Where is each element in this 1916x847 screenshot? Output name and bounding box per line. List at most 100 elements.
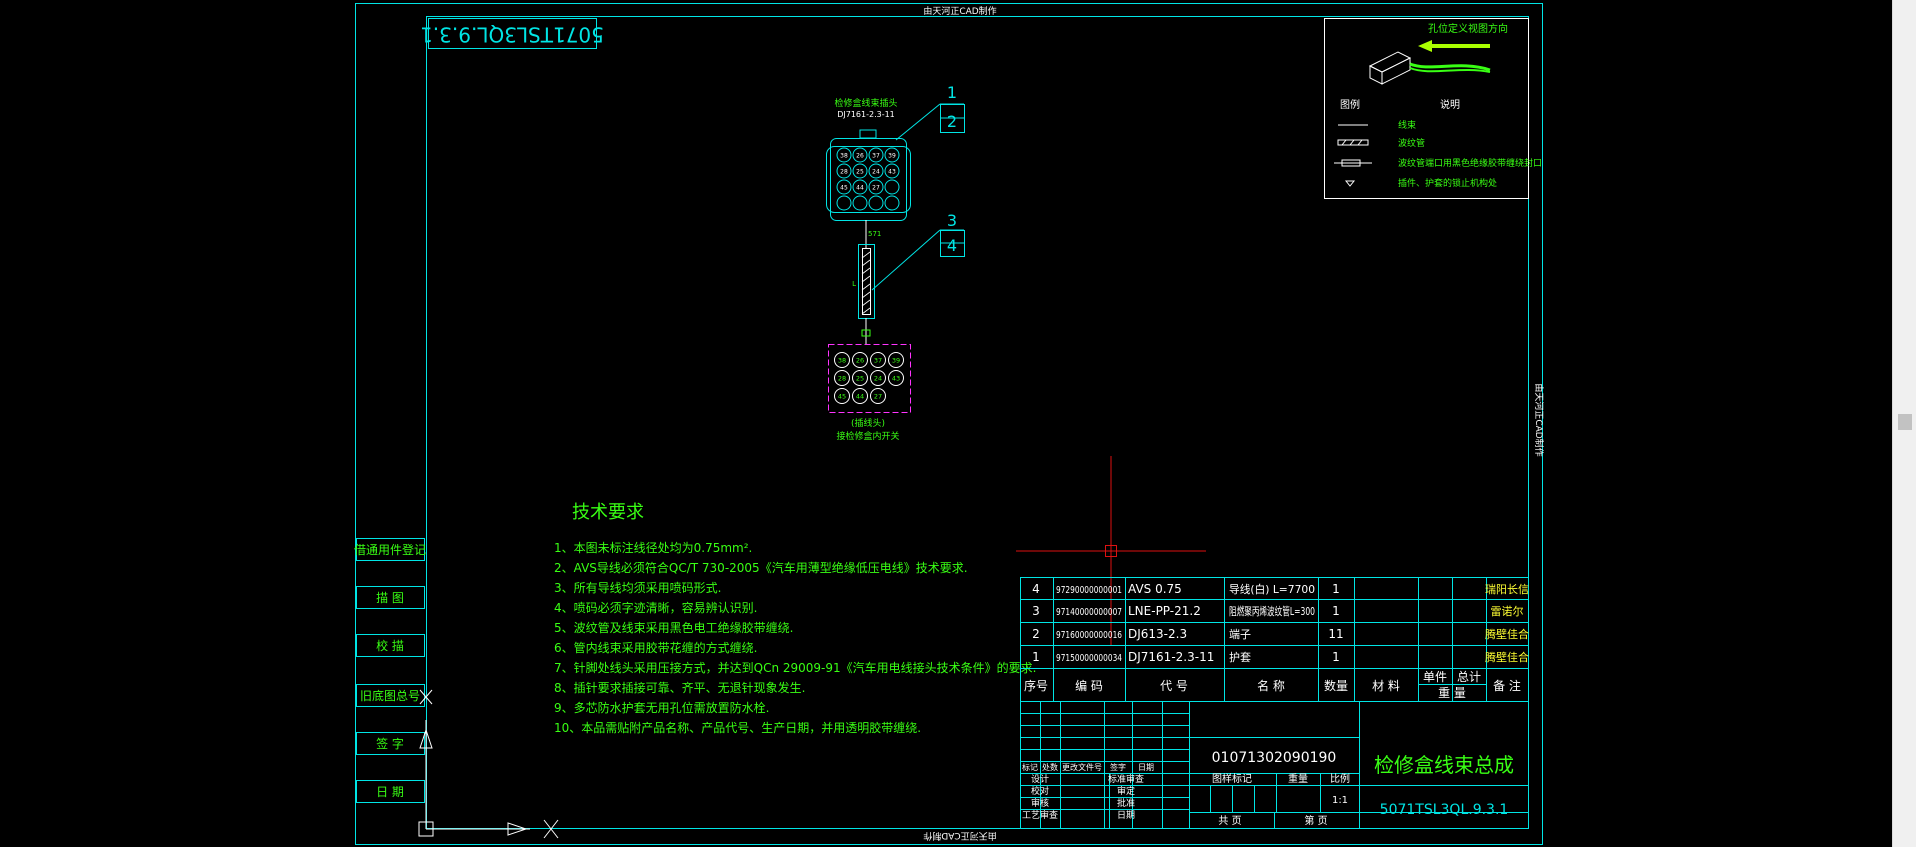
tech-line: 4、喷码必须字迹清晰，容易辨认识别. <box>554 600 757 615</box>
bom-qty: 1 <box>1332 604 1340 618</box>
bom-header: 名 称 <box>1257 678 1285 693</box>
bom-note: 瑞阳长信 <box>1485 582 1529 596</box>
pin-label: 37 <box>872 153 880 160</box>
wire-label-571: 571 <box>868 230 881 238</box>
pin-label: 24 <box>872 169 880 176</box>
sign-label: 设计 <box>1031 773 1049 785</box>
bom-part: LNE-PP-21.2 <box>1128 604 1201 618</box>
connector-top-pins: 38 26 37 39 28 25 24 43 45 44 27 <box>836 147 900 211</box>
pin-label: 38 <box>840 153 848 160</box>
sign-label: 工艺审查 <box>1022 809 1058 821</box>
tech-line: 1、本图未标注线径处均为0.75mm². <box>554 540 752 555</box>
tech-line: 2、AVS导线必须符合QC/T 730-2005《汽车用薄型绝缘低压电线》技术要… <box>554 560 968 575</box>
sign-label: 日期 <box>1117 810 1135 821</box>
bom-code: 97290000000001 <box>1056 585 1122 596</box>
sign-label: 校对 <box>1031 785 1049 797</box>
tech-line: 6、管内线束采用胶带花缠的方式缠绕. <box>554 640 757 655</box>
tech-requirements-list: 1、本图未标注线径处均为0.75mm². 2、AVS导线必须符合QC/T 730-… <box>554 540 1036 735</box>
callout-2: 2 <box>947 112 957 131</box>
bom-part: DJ613-2.3 <box>1128 627 1187 641</box>
scrollbar-thumb[interactable] <box>1898 414 1912 430</box>
bom-no: 1 <box>1032 650 1040 664</box>
bom-header: 重 量 <box>1438 686 1466 700</box>
pin-label: 45 <box>840 185 848 192</box>
stage-label: 图样标记 <box>1212 772 1252 785</box>
left-col-item: 日 期 <box>376 785 404 799</box>
bom-code: 97160000000016 <box>1056 630 1122 641</box>
legend-symbol-tape-icon <box>1334 159 1372 167</box>
bom-header: 代 号 <box>1160 679 1188 693</box>
connector-bottom-caption-2: 接检修盒内开关 <box>836 430 899 442</box>
bom-part: DJ7161-2.3-11 <box>1128 650 1214 664</box>
bom-name: 护套 <box>1229 650 1251 664</box>
connector-top[interactable]: 检修盒线束插头 DJ7161-2.3-11 38 26 37 39 28 25 24 43 45… <box>826 97 911 344</box>
pin-label: 39 <box>888 153 896 160</box>
cad-drawing-canvas[interactable]: 由天河正CAD制作 由天河正CAD制作 由天河正CAD制作 5071TSL3QL… <box>0 0 1892 847</box>
ucs-icon <box>418 689 559 839</box>
change-label: 更改文件号 <box>1062 762 1102 772</box>
bom-no: 3 <box>1032 604 1040 618</box>
connector-top-part: DJ7161-2.3-11 <box>837 110 895 119</box>
bom-code: 97150000000034 <box>1056 653 1122 664</box>
pin-label: 45 <box>838 393 846 401</box>
pin-cavity <box>884 195 900 211</box>
legend-item: 波纹管 <box>1398 137 1425 149</box>
callout-1: 1 <box>947 83 957 102</box>
change-label: 签字 <box>1110 762 1126 772</box>
scale-label: 比例 <box>1330 772 1350 785</box>
change-label: 日期 <box>1138 763 1154 772</box>
title-block: 标记 处数 更改文件号 签字 日期设计校对审核工艺审查标准审查审定批准日期0107130… <box>1020 701 1528 829</box>
connector-top-title: 检修盒线束插头 <box>834 97 897 109</box>
bom-name: 端子 <box>1229 628 1251 641</box>
pin-label: 38 <box>838 357 846 365</box>
tech-line: 7、针脚处线头采用压接方式，并达到QCn 29009-91《汽车用电线接头技术条… <box>554 660 1036 675</box>
left-col-item: 签 字 <box>376 736 404 751</box>
tech-line: 10、本品需贴附产品名称、产品代号、生产日期，并用透明胶带缠绕. <box>554 720 921 735</box>
connector-bottom-pins: 38 26 37 39 28 25 24 43 45 44 27 <box>834 352 904 404</box>
pin-cavity <box>868 195 884 211</box>
bom-qty: 1 <box>1332 650 1340 664</box>
pin-cavity <box>884 179 900 195</box>
vertical-scrollbar[interactable] <box>1892 0 1916 847</box>
pin-label: 37 <box>874 357 882 365</box>
bom-note: 腾壁佳合 <box>1485 627 1529 641</box>
scale-value: 1:1 <box>1332 795 1348 806</box>
tech-line: 3、所有导线均须采用喷码形式. <box>554 581 721 595</box>
pin-cavity <box>836 195 852 211</box>
bom-header: 序号 <box>1024 678 1048 693</box>
pin-cavity <box>852 195 868 211</box>
stamp-text: 5071TSL3QL.9.3.1 <box>420 23 604 47</box>
bom-qty: 1 <box>1332 582 1340 596</box>
bom-qty: 11 <box>1328 627 1343 641</box>
bom-name: 阻燃聚丙烯波纹管L=300 <box>1229 604 1315 618</box>
callout-4: 4 <box>947 236 957 255</box>
bom-table: 4 97290000000001 AVS 0.75 导线(白) L=7700 1 瑞阳长信… <box>1020 577 1529 702</box>
pin-label: 44 <box>856 185 864 192</box>
sign-label: 审定 <box>1117 785 1135 797</box>
bom-header: 单件 <box>1423 670 1447 684</box>
bom-no: 2 <box>1032 627 1040 641</box>
pin-label: 26 <box>856 153 864 160</box>
bom-header: 材 料 <box>1372 679 1400 693</box>
bom-part: AVS 0.75 <box>1128 582 1182 596</box>
legend-col-desc: 说明 <box>1440 98 1460 111</box>
pin-label: 28 <box>838 375 846 383</box>
bom-header: 备 注 <box>1493 678 1521 693</box>
connector-bottom[interactable]: 38 26 37 39 28 25 24 43 45 44 27 (插线头) 接检修盒内开关 <box>828 344 911 443</box>
change-label: 处数 <box>1042 762 1058 772</box>
pin-label: 39 <box>892 357 900 365</box>
bom-name: 导线(白) L=7700 <box>1229 582 1315 596</box>
pin-label: 27 <box>872 185 880 192</box>
sign-label: 批准 <box>1117 797 1135 809</box>
left-col-item: 旧底图总号 <box>360 688 420 703</box>
legend-header: 孔位定义视图方向 <box>1428 22 1508 35</box>
view-direction-arrow-icon <box>1418 40 1490 52</box>
left-col-item: 校 描 <box>376 638 404 653</box>
legend-symbol-conduit-icon <box>1337 139 1369 146</box>
bom-header: 总计 <box>1457 670 1481 684</box>
legend-col-symbol: 图例 <box>1340 98 1360 111</box>
tech-line: 9、多芯防水护套无用孔位需放置防水栓. <box>554 700 769 715</box>
pin-label: 24 <box>874 375 882 383</box>
pin-label: 25 <box>856 169 864 176</box>
weight-label: 重量 <box>1288 772 1308 785</box>
